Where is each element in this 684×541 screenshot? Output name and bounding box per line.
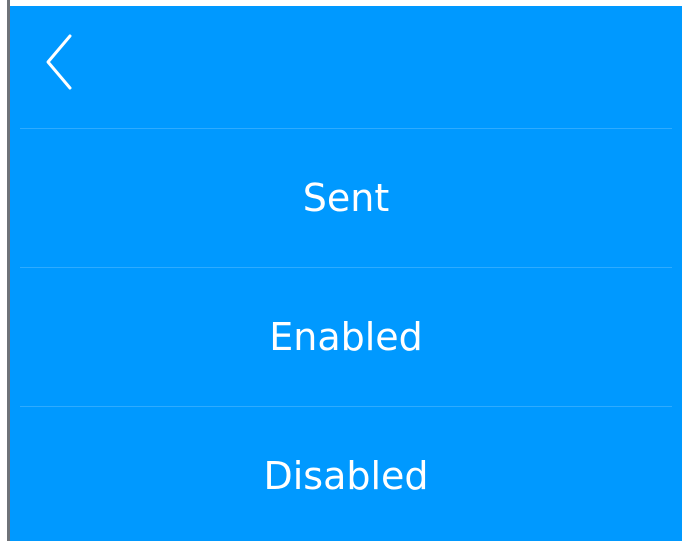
chevron-left-icon [46,34,72,90]
back-button[interactable] [38,30,90,94]
menu-item-label: Sent [302,176,390,220]
menu-panel: Sent Enabled Disabled [10,6,682,541]
menu-item-label: Enabled [269,315,423,359]
screen: Sent Enabled Disabled [0,0,684,541]
header [10,6,682,128]
menu-item-disabled[interactable]: Disabled [10,407,682,541]
menu-item-sent[interactable]: Sent [10,129,682,267]
menu-item-enabled[interactable]: Enabled [10,268,682,406]
menu-item-label: Disabled [263,454,429,498]
